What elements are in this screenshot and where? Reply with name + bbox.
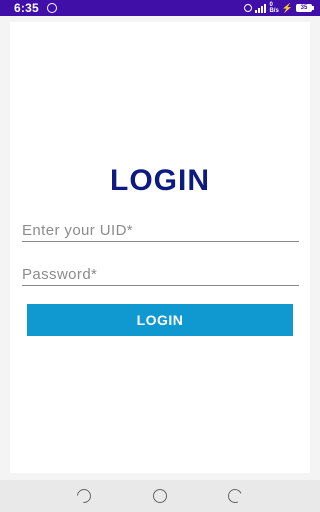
app-notification-icon	[47, 3, 57, 13]
signal-icon	[255, 3, 267, 13]
network-speed-unit: B/s	[269, 8, 279, 14]
alarm-icon	[244, 4, 253, 12]
status-bar: 6:35 0 B/s ⚡ 35	[0, 0, 320, 16]
navigation-bar	[0, 480, 320, 512]
page-title: LOGIN	[110, 164, 210, 197]
login-button[interactable]: LOGIN	[27, 304, 293, 336]
network-speed: 0 B/s	[269, 2, 278, 14]
charging-icon: ⚡	[281, 2, 293, 13]
password-field	[22, 264, 299, 286]
uid-field	[22, 220, 299, 242]
status-time: 6:35	[14, 1, 39, 15]
password-input[interactable]	[22, 264, 299, 284]
uid-input[interactable]	[22, 220, 299, 240]
login-card	[10, 22, 310, 473]
back-icon[interactable]	[74, 486, 94, 506]
battery-icon: 35	[296, 4, 314, 12]
status-indicators: 0 B/s ⚡ 35	[244, 2, 314, 14]
home-icon[interactable]	[153, 489, 167, 503]
recents-icon[interactable]	[226, 487, 244, 505]
